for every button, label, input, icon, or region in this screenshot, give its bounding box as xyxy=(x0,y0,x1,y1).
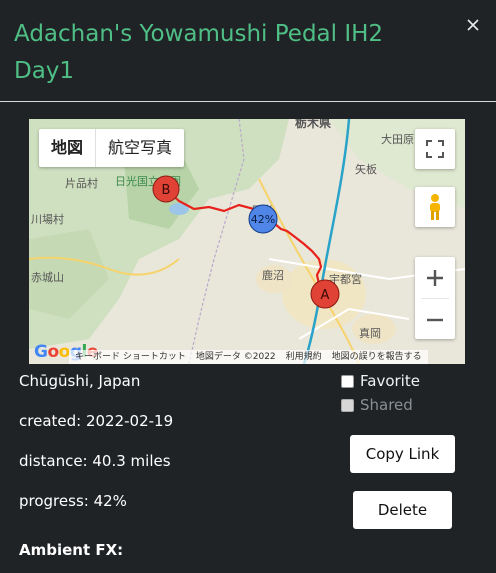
marker-progress[interactable]: 42% xyxy=(248,204,278,234)
keyboard-shortcuts-link[interactable]: キーボード ショートカット xyxy=(75,350,186,364)
map-label-otawara: 大田原 xyxy=(381,132,414,146)
fullscreen-icon xyxy=(426,140,444,158)
plus-icon xyxy=(427,269,443,286)
map-label-kawaba: 川場村 xyxy=(31,212,64,226)
shared-checkbox xyxy=(341,398,354,412)
close-icon[interactable] xyxy=(466,18,480,32)
favorite-option[interactable]: Favorite xyxy=(341,372,420,390)
svg-text:B: B xyxy=(162,183,171,198)
marker-start[interactable]: A xyxy=(310,279,340,309)
marker-end[interactable]: B xyxy=(152,175,180,203)
zoom-in-button[interactable] xyxy=(415,257,455,298)
map-type-tabs: 地図 航空写真 xyxy=(39,129,185,167)
favorite-label: Favorite xyxy=(360,372,420,390)
fullscreen-button[interactable] xyxy=(415,129,455,169)
pegman-icon xyxy=(430,194,440,220)
ride-created: created: 2022-02-19 xyxy=(19,412,174,430)
ride-location: Chūgūshi, Japan xyxy=(19,372,141,390)
map-label-akagi: 赤城山 xyxy=(31,271,64,284)
map-attribution: キーボード ショートカット 地図データ ©2022 利用規約 地図の誤りを報告す… xyxy=(69,350,428,364)
map-label-moka: 真岡 xyxy=(359,326,381,340)
delete-button[interactable]: Delete xyxy=(353,491,452,529)
map-label-yaita: 矢板 xyxy=(355,162,377,176)
map-label-tochigi: 栃木県 xyxy=(295,119,331,130)
dialog-title: Adachan's Yowamushi Pedal IH2 Day1 xyxy=(14,21,384,84)
tab-map[interactable]: 地図 xyxy=(39,129,95,167)
svg-text:42%: 42% xyxy=(251,213,275,226)
svg-text:A: A xyxy=(321,288,330,303)
map-label-katashina: 片品村 xyxy=(65,176,98,190)
ambient-fx-heading: Ambient FX: xyxy=(19,541,124,559)
ride-distance: distance: 40.3 miles xyxy=(19,452,171,470)
favorite-checkbox[interactable] xyxy=(341,374,354,388)
terms-link[interactable]: 利用規約 xyxy=(286,350,322,364)
zoom-controls xyxy=(415,257,455,339)
zoom-out-button[interactable] xyxy=(415,299,455,340)
ride-progress: progress: 42% xyxy=(19,492,127,510)
copy-link-button[interactable]: Copy Link xyxy=(350,435,455,473)
shared-option: Shared xyxy=(341,396,413,414)
minus-icon xyxy=(427,318,443,321)
route-map[interactable]: 栃木県 大田原 矢板 片品村 日光国立公園 日光 鹿沼 宇都宮 川場村 赤城山 … xyxy=(29,119,465,364)
map-label-kanuma: 鹿沼 xyxy=(262,268,284,282)
map-data-credit: 地図データ ©2022 xyxy=(195,352,276,362)
report-error-link[interactable]: 地図の誤りを報告する xyxy=(332,350,422,364)
title-divider xyxy=(0,101,496,102)
street-view-button[interactable] xyxy=(415,187,455,227)
shared-label: Shared xyxy=(360,396,413,414)
tab-satellite[interactable]: 航空写真 xyxy=(95,129,184,167)
